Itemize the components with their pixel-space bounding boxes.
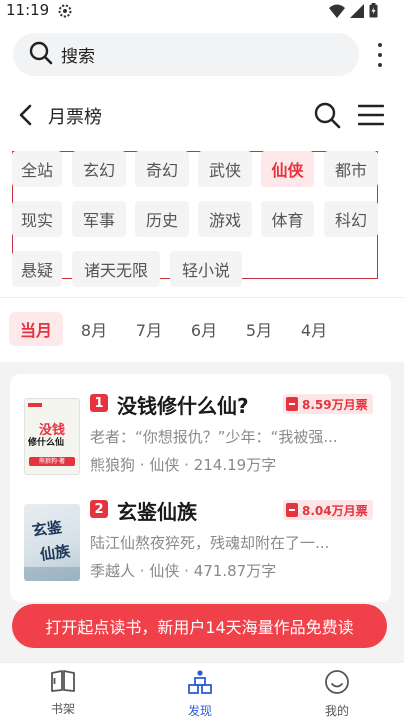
book-author: 熊狼狗 <box>90 456 136 474</box>
search-icon <box>29 41 53 69</box>
book-item[interactable]: 玄鉴 仙族 2 玄鉴仙族 8.04万月票 陆江仙熬夜猝死，残魂却附在了一... … <box>10 500 391 600</box>
ticket-badge: 8.04万月票 <box>283 500 373 520</box>
nav-label: 书架 <box>50 702 75 716</box>
book-item[interactable]: 没钱 修什么仙 熊狼狗·著 1 没钱修什么仙? 8.59万月票 老者：“你想报仇… <box>10 394 391 494</box>
category-chip-selected[interactable]: 仙侠 <box>261 151 314 187</box>
month-tabs: 当月 8月 7月 6月 5月 4月 <box>0 310 404 350</box>
nav-item-discover[interactable]: 发现 <box>160 669 240 719</box>
book-description: 陆江仙熬夜猝死，残魂却附在了一... <box>90 534 330 552</box>
ticket-icon <box>286 397 298 411</box>
book-meta: 季越人 · 仙侠 · 471.87万字 <box>90 560 276 581</box>
meta-separator: · <box>184 562 189 580</box>
category-chip[interactable]: 轻小说 <box>170 251 242 287</box>
category-chip[interactable]: 现实 <box>12 201 62 237</box>
discover-icon <box>187 669 213 699</box>
battery-icon <box>369 3 378 22</box>
category-chip[interactable]: 奇幻 <box>135 151 189 187</box>
cell-signal-icon <box>350 3 364 22</box>
search-icon[interactable] <box>313 101 341 133</box>
nav-item-bookshelf[interactable]: 书架 <box>23 669 103 717</box>
category-chip[interactable]: 全站 <box>12 151 62 187</box>
meta-separator: · <box>184 456 189 474</box>
title-bar: 月票榜 <box>0 96 404 136</box>
book-title: 没钱修什么仙? <box>117 394 249 418</box>
category-chip[interactable]: 体育 <box>261 201 314 237</box>
nav-label: 我的 <box>324 704 349 718</box>
category-chip[interactable]: 都市 <box>324 151 378 187</box>
month-tab-selected[interactable]: 当月 <box>9 312 63 346</box>
meta-separator: · <box>139 456 145 474</box>
book-icon <box>50 669 76 697</box>
back-arrow-icon[interactable] <box>16 104 36 130</box>
category-grid: 全站 玄幻 奇幻 武侠 仙侠 都市 现实 军事 历史 游戏 体育 科幻 悬疑 诸… <box>12 151 378 287</box>
month-tab[interactable]: 5月 <box>235 312 283 346</box>
book-genre: 仙侠 <box>149 562 180 580</box>
rank-badge: 1 <box>90 394 108 412</box>
status-time: 11:19 <box>6 1 50 19</box>
nav-item-me[interactable]: 我的 <box>297 669 377 719</box>
book-meta: 熊狼狗 · 仙侠 · 214.19万字 <box>90 454 276 475</box>
month-tab[interactable]: 6月 <box>180 312 228 346</box>
book-list: 没钱 修什么仙 熊狼狗·著 1 没钱修什么仙? 8.59万月票 老者：“你想报仇… <box>10 374 391 602</box>
book-word-count: 214.19万字 <box>193 456 277 474</box>
category-chip[interactable]: 玄幻 <box>72 151 126 187</box>
category-chip[interactable]: 武侠 <box>198 151 252 187</box>
ticket-count: 8.04万月票 <box>302 503 368 518</box>
nav-label: 发现 <box>187 704 212 718</box>
category-chip[interactable]: 军事 <box>72 201 126 237</box>
settings-gear-icon <box>58 3 72 22</box>
meta-separator: · <box>139 562 145 580</box>
category-chip[interactable]: 诸天无限 <box>72 251 160 287</box>
book-cover: 玄鉴 仙族 <box>24 504 80 581</box>
month-tab[interactable]: 4月 <box>290 312 338 346</box>
ticket-icon <box>286 503 298 517</box>
menu-icon[interactable] <box>357 104 385 130</box>
month-tab[interactable]: 7月 <box>125 312 173 346</box>
divider <box>0 297 404 298</box>
book-cover: 没钱 修什么仙 熊狼狗·著 <box>24 398 80 475</box>
status-bar: 11:19 <box>0 0 404 22</box>
book-title: 玄鉴仙族 <box>117 500 197 524</box>
ticket-badge: 8.59万月票 <box>283 394 373 414</box>
book-word-count: 471.87万字 <box>193 562 277 580</box>
category-chip[interactable]: 悬疑 <box>12 251 62 287</box>
smile-icon <box>324 669 350 699</box>
bottom-nav: 书架 发现 我的 <box>0 662 404 721</box>
category-chip[interactable]: 历史 <box>135 201 189 237</box>
category-chip[interactable]: 科幻 <box>324 201 378 237</box>
category-chip[interactable]: 游戏 <box>198 201 252 237</box>
promo-banner[interactable]: 打开起点读书，新用户14天海量作品免费读 <box>12 604 387 648</box>
search-row: 搜索 <box>0 33 404 77</box>
month-tab[interactable]: 8月 <box>70 312 118 346</box>
ticket-count: 8.59万月票 <box>302 397 368 412</box>
search-bar[interactable]: 搜索 <box>13 33 359 76</box>
search-label: 搜索 <box>61 47 95 67</box>
book-genre: 仙侠 <box>149 456 180 474</box>
book-description: 老者：“你想报仇？”少年：“我被强... <box>90 428 338 446</box>
rank-badge: 2 <box>90 500 108 518</box>
book-author: 季越人 <box>90 562 136 580</box>
page-title: 月票榜 <box>48 107 102 128</box>
more-options-icon[interactable] <box>372 43 388 67</box>
wifi-icon <box>329 3 345 22</box>
